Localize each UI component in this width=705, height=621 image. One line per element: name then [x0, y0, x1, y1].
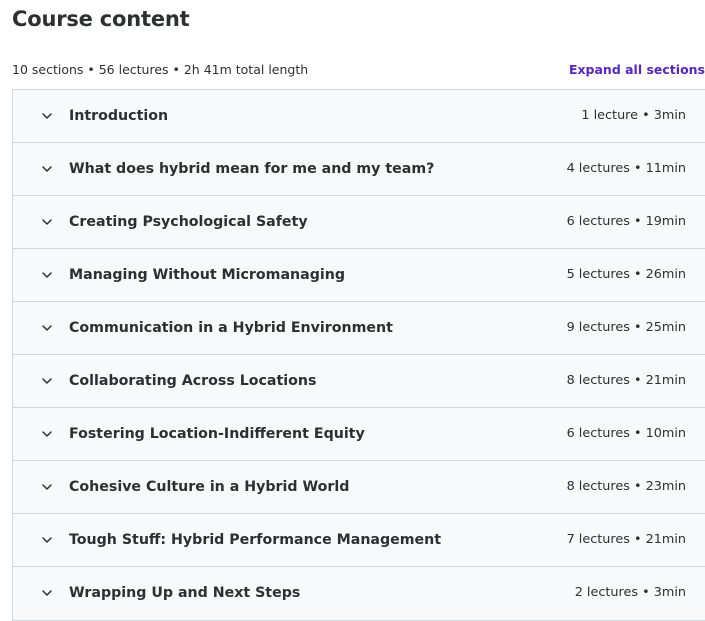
section-item[interactable]: Communication in a Hybrid Environment 9 … — [13, 302, 705, 355]
section-item[interactable]: Creating Psychological Safety 6 lectures… — [13, 196, 705, 249]
section-title: Communication in a Hybrid Environment — [69, 320, 393, 336]
chevron-down-icon — [41, 534, 53, 546]
section-title: Tough Stuff: Hybrid Performance Manageme… — [69, 532, 442, 548]
section-meta: 9 lectures • 25min — [566, 320, 686, 335]
section-meta: 6 lectures • 19min — [566, 214, 686, 229]
chevron-down-icon — [41, 481, 53, 493]
section-meta: 8 lectures • 23min — [566, 479, 686, 494]
section-meta: 8 lectures • 21min — [566, 373, 686, 388]
section-title: Fostering Location-Indifferent Equity — [69, 426, 365, 442]
section-item[interactable]: Introduction 1 lecture • 3min — [13, 90, 705, 143]
section-meta: 4 lectures • 11min — [566, 161, 686, 176]
section-item[interactable]: Tough Stuff: Hybrid Performance Manageme… — [13, 514, 705, 567]
section-item[interactable]: Fostering Location-Indifferent Equity 6 … — [13, 408, 705, 461]
section-list: Introduction 1 lecture • 3min What does … — [12, 89, 705, 621]
section-title: Introduction — [69, 108, 169, 124]
expand-all-sections-button[interactable]: Expand all sections — [569, 60, 705, 80]
chevron-down-icon — [41, 163, 53, 175]
section-item[interactable]: What does hybrid mean for me and my team… — [13, 143, 705, 196]
section-item[interactable]: Cohesive Culture in a Hybrid World 8 lec… — [13, 461, 705, 514]
chevron-down-icon — [41, 216, 53, 228]
section-meta: 7 lectures • 21min — [566, 532, 686, 547]
course-summary: 10 sections • 56 lectures • 2h 41m total… — [12, 62, 309, 77]
course-summary-bar: 10 sections • 56 lectures • 2h 41m total… — [12, 60, 705, 80]
section-meta: 6 lectures • 10min — [566, 426, 686, 441]
chevron-down-icon — [41, 110, 53, 122]
chevron-down-icon — [41, 322, 53, 334]
chevron-down-icon — [41, 269, 53, 281]
section-title: Collaborating Across Locations — [69, 373, 317, 389]
section-title: Creating Psychological Safety — [69, 214, 308, 230]
section-item[interactable]: Managing Without Micromanaging 5 lecture… — [13, 249, 705, 302]
chevron-down-icon — [41, 587, 53, 599]
course-content-heading: Course content — [12, 7, 190, 31]
chevron-down-icon — [41, 428, 53, 440]
section-meta: 5 lectures • 26min — [566, 267, 686, 282]
section-title: Managing Without Micromanaging — [69, 267, 345, 283]
section-item[interactable]: Collaborating Across Locations 8 lecture… — [13, 355, 705, 408]
section-meta: 1 lecture • 3min — [581, 108, 686, 123]
section-title: What does hybrid mean for me and my team… — [69, 161, 435, 177]
section-title: Wrapping Up and Next Steps — [69, 585, 301, 601]
chevron-down-icon — [41, 375, 53, 387]
section-item[interactable]: Wrapping Up and Next Steps 2 lectures • … — [13, 567, 705, 620]
section-title: Cohesive Culture in a Hybrid World — [69, 479, 350, 495]
section-meta: 2 lectures • 3min — [574, 585, 686, 600]
